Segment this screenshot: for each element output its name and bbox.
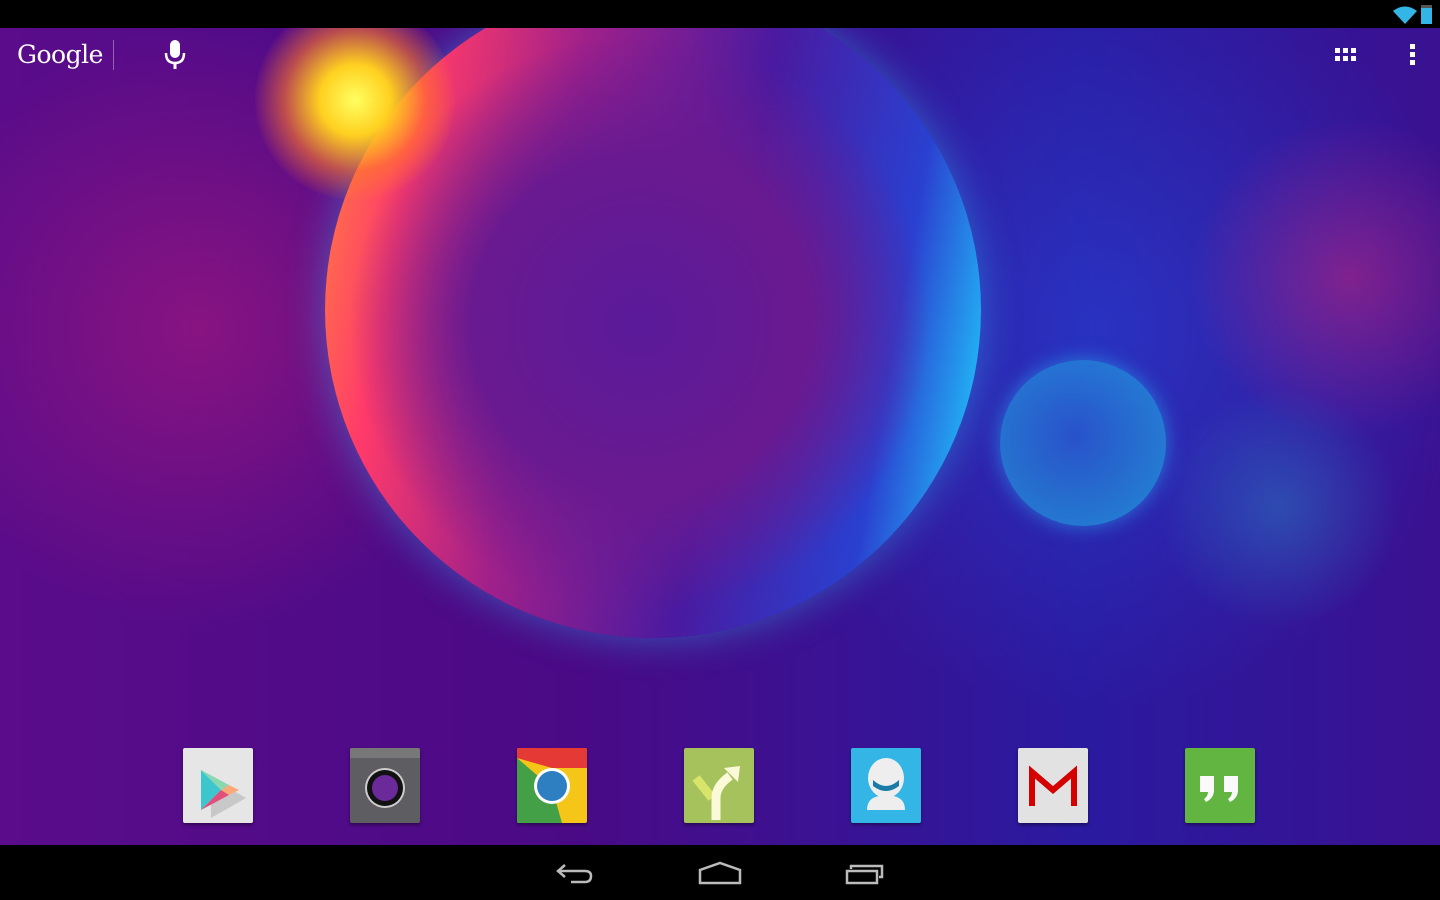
navigation-app-icon[interactable] — [684, 748, 754, 823]
chrome-app-icon[interactable] — [517, 748, 587, 823]
play-store-app-icon[interactable] — [183, 748, 253, 823]
status-bar — [0, 0, 1440, 28]
app-drawer-icon[interactable] — [1335, 47, 1357, 63]
overflow-menu-icon[interactable] — [1409, 44, 1417, 66]
google-search-label[interactable]: Google — [17, 40, 103, 69]
gmail-app-icon[interactable] — [1018, 748, 1088, 823]
camera-app-icon[interactable] — [350, 748, 420, 823]
wallpaper — [0, 28, 1440, 845]
microphone-icon[interactable] — [163, 39, 187, 71]
back-icon[interactable] — [555, 863, 595, 885]
contacts-app-icon[interactable] — [851, 748, 921, 823]
moon-graphic — [1000, 360, 1166, 526]
battery-icon — [1421, 5, 1432, 24]
home-icon[interactable] — [698, 861, 742, 885]
search-divider — [113, 40, 114, 70]
wifi-icon — [1393, 6, 1417, 24]
navigation-bar — [0, 845, 1440, 900]
recents-icon[interactable] — [845, 863, 885, 885]
hangouts-app-icon[interactable] — [1185, 748, 1255, 823]
